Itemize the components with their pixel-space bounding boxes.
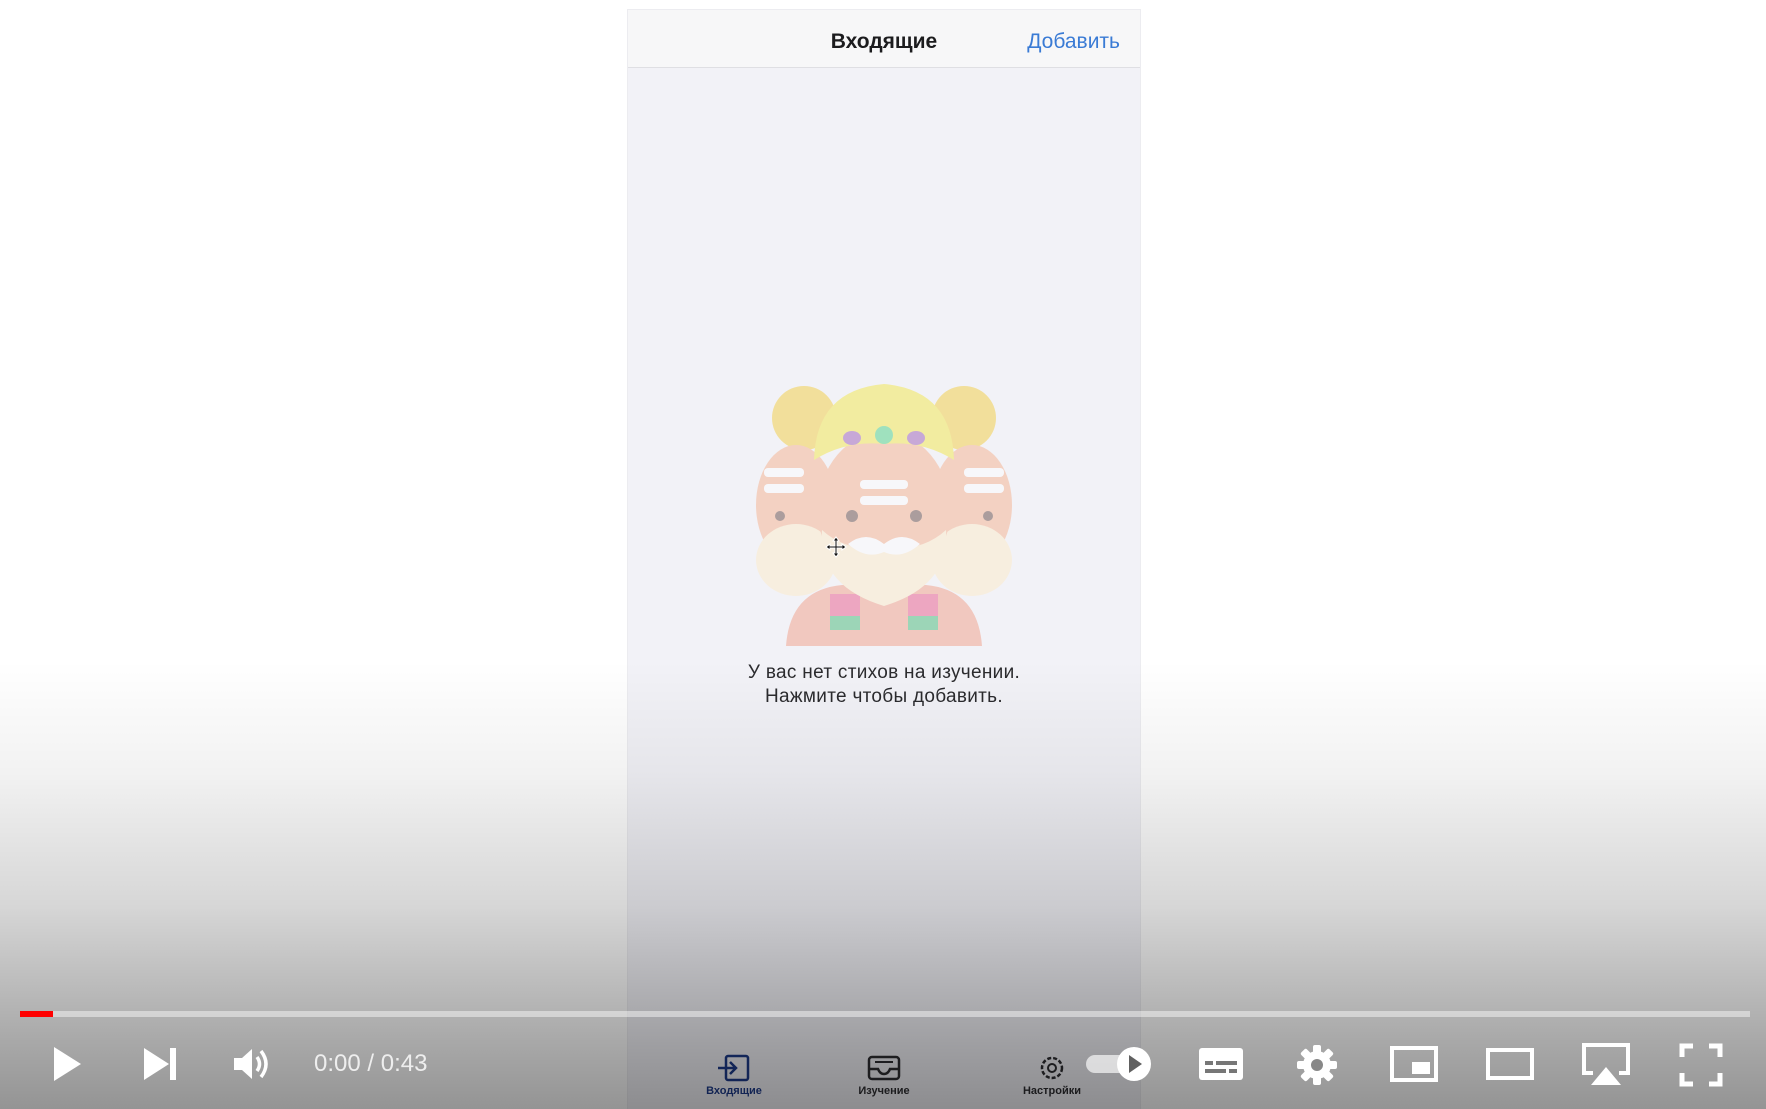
current-time: 0:00 [314,1050,361,1077]
video-player[interactable]: Входящие Добавить У вас нет стихов на из… [0,0,1766,1109]
fullscreen-icon [1679,1043,1723,1087]
duration: 0:43 [380,1050,428,1077]
airplay-button[interactable] [1578,1040,1634,1088]
subtitles-icon [1199,1048,1243,1080]
theater-mode-button[interactable] [1484,1044,1536,1084]
next-button[interactable] [136,1040,184,1088]
move-cursor-icon [825,536,847,558]
play-button[interactable] [42,1040,90,1088]
next-icon [144,1048,176,1080]
volume-button[interactable] [228,1040,276,1088]
volume-icon [234,1049,268,1079]
navigation-bar: Входящие Добавить [628,10,1140,68]
fullscreen-button[interactable] [1678,1042,1724,1088]
tab-settings-label: Настройки [1022,1085,1082,1097]
progress-played [20,1011,53,1017]
miniplayer-icon [1390,1046,1438,1082]
tab-inbox[interactable]: Входящие [674,1047,794,1109]
empty-state-text-line1[interactable]: У вас нет стихов на изучении. [628,662,1140,684]
add-button[interactable]: Добавить [1027,10,1120,67]
miniplayer-button[interactable] [1388,1044,1440,1084]
empty-state-text-line2[interactable]: Нажмите чтобы добавить. [628,686,1140,708]
airplay-icon [1582,1043,1630,1085]
three-faced-sage-illustration [756,384,1012,646]
gear-icon [1040,1056,1064,1080]
subtitles-button[interactable] [1196,1044,1246,1084]
autoplay-toggle[interactable] [1084,1044,1156,1084]
tab-bar: Входящие Изучение Настройки [628,1047,1140,1109]
settings-gear-icon [1297,1045,1337,1085]
theater-icon [1486,1048,1534,1080]
play-icon [54,1047,81,1081]
time-display: 0:00 / 0:43 [314,1048,427,1080]
time-separator: / [360,1050,381,1077]
tab-inbox-label: Входящие [706,1085,762,1097]
phone-screen: Входящие Добавить У вас нет стихов на из… [628,10,1140,1109]
settings-button[interactable] [1294,1042,1340,1088]
inbox-icon [718,1054,750,1082]
tray-icon [867,1055,901,1081]
tab-study-label: Изучение [858,1085,910,1097]
progress-bar[interactable] [20,1011,1750,1017]
autoplay-toggle-icon [1086,1047,1151,1081]
tab-study[interactable]: Изучение [824,1047,944,1109]
